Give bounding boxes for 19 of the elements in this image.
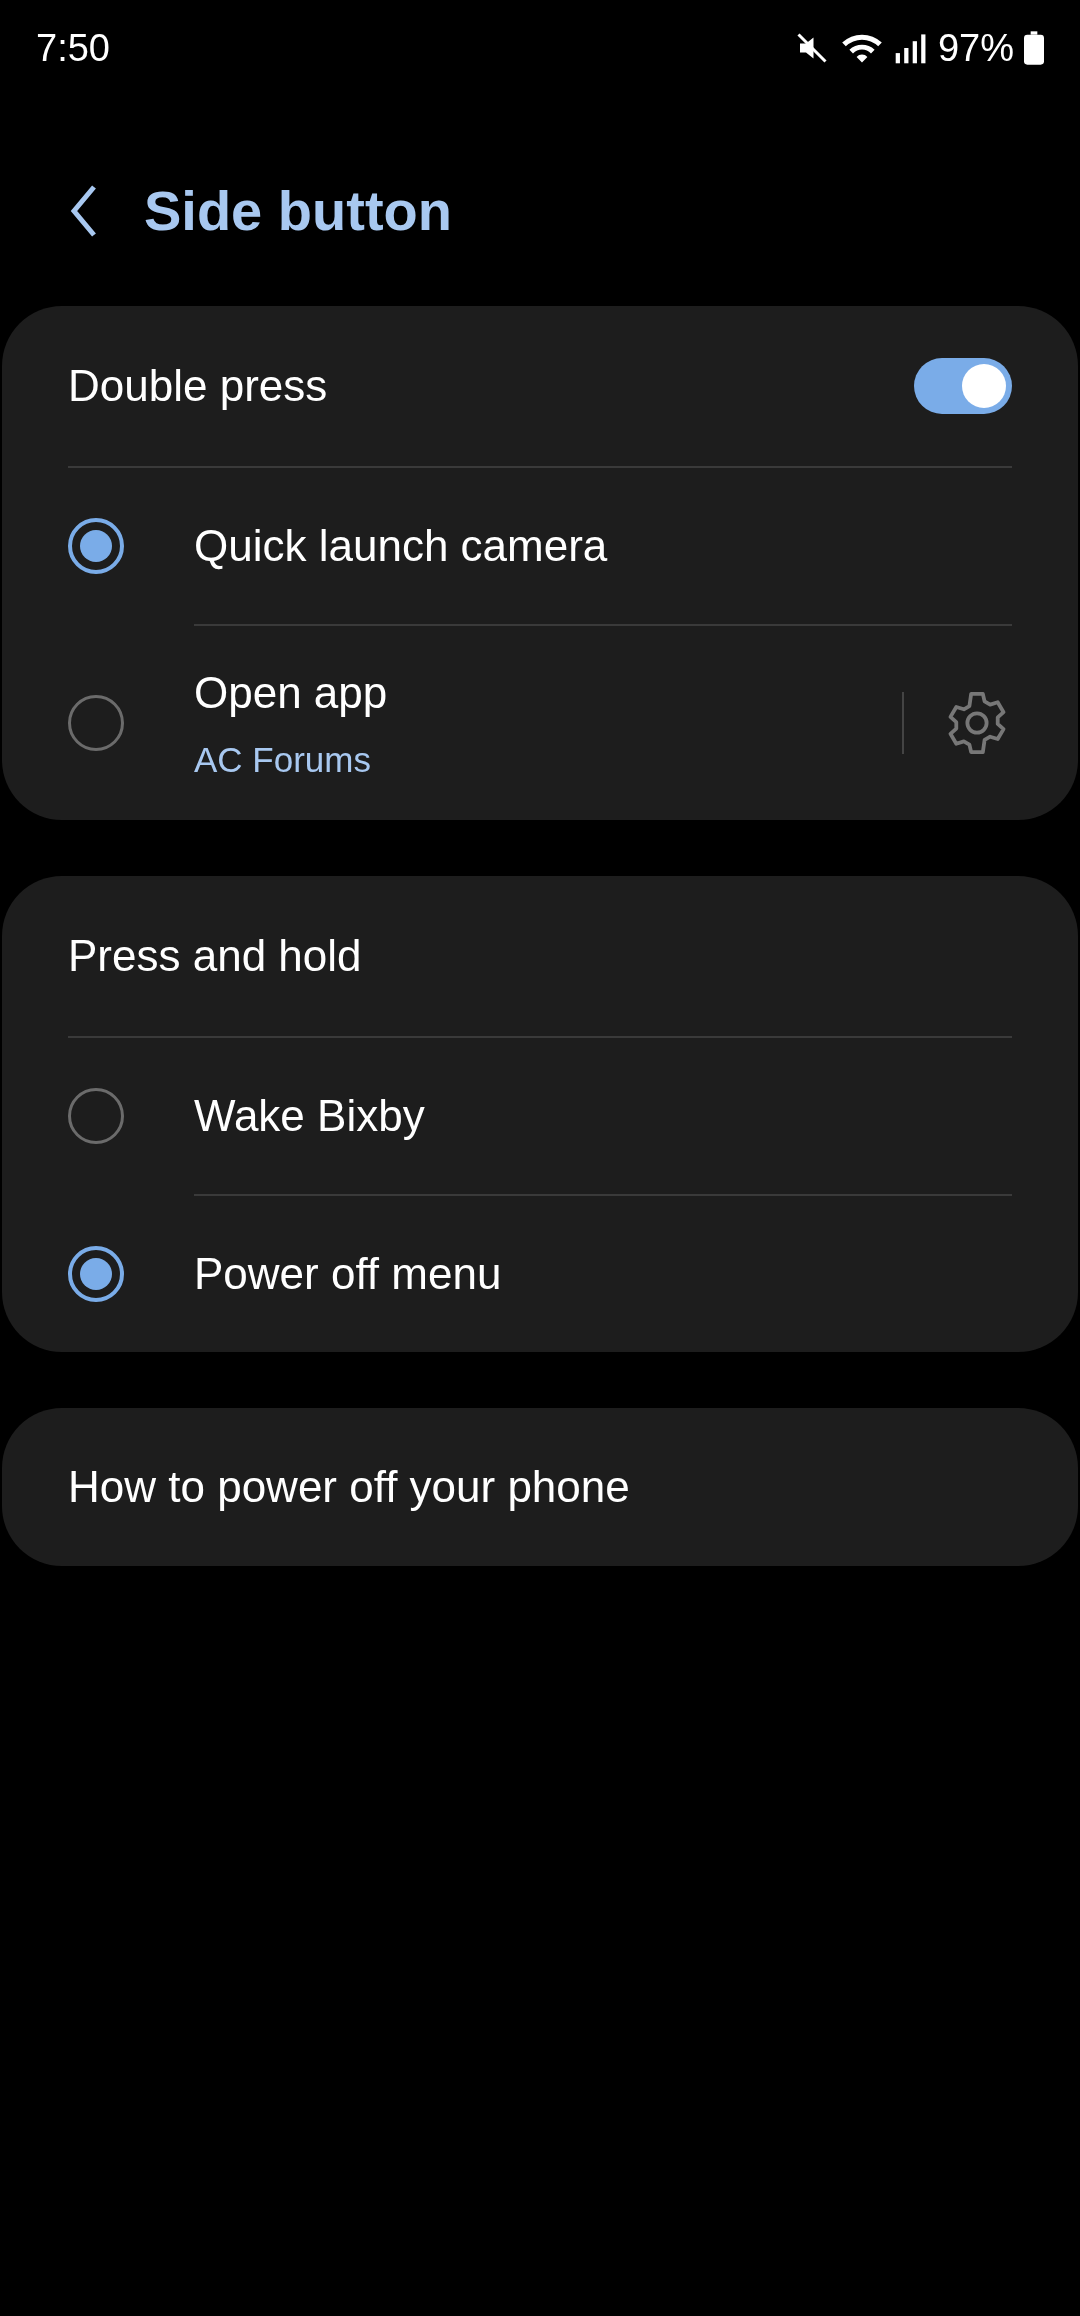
option-label: Open app bbox=[194, 666, 389, 719]
radio-button[interactable] bbox=[68, 695, 124, 751]
option-label: Quick launch camera bbox=[194, 520, 609, 572]
status-time: 7:50 bbox=[36, 25, 110, 71]
toggle-switch[interactable] bbox=[914, 358, 1012, 414]
radio-button[interactable] bbox=[68, 1246, 124, 1302]
option-label: Wake Bixby bbox=[194, 1090, 426, 1142]
section-title: Press and hold bbox=[68, 930, 362, 982]
section-title: Double press bbox=[68, 360, 328, 412]
help-link[interactable]: How to power off your phone bbox=[2, 1408, 1078, 1566]
page-title: Side button bbox=[144, 178, 452, 244]
battery-percent: 97% bbox=[937, 25, 1014, 71]
signal-icon bbox=[893, 31, 928, 65]
radio-button[interactable] bbox=[68, 1088, 124, 1144]
option-subtitle: AC Forums bbox=[194, 738, 372, 781]
battery-icon bbox=[1024, 31, 1044, 65]
option-label: Power off menu bbox=[194, 1248, 503, 1300]
back-icon[interactable] bbox=[70, 183, 98, 239]
radio-button[interactable] bbox=[68, 518, 124, 574]
